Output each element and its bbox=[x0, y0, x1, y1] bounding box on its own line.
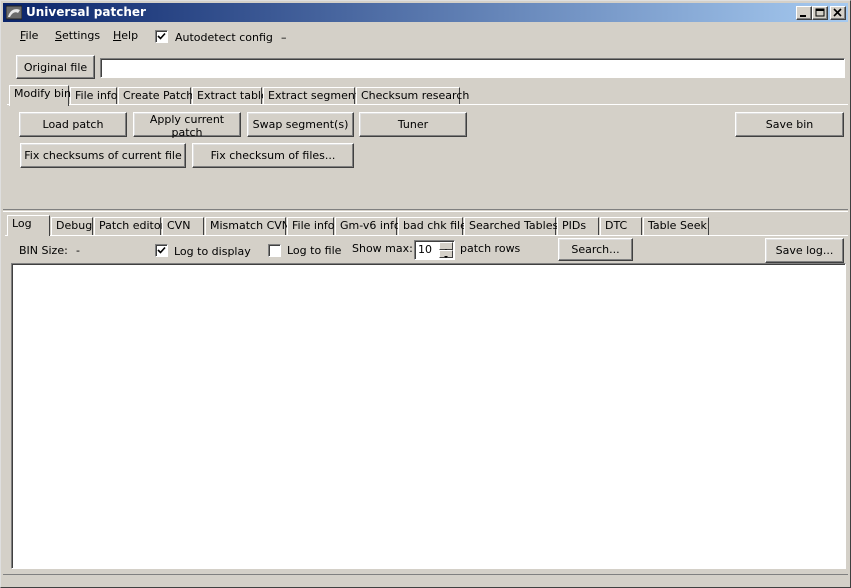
show-max-spinner[interactable]: 10 bbox=[414, 240, 455, 260]
log-output-area[interactable] bbox=[11, 263, 846, 569]
minimize-button[interactable] bbox=[796, 6, 812, 20]
spin-down-button[interactable] bbox=[439, 250, 453, 258]
check-icon bbox=[157, 32, 166, 40]
tab-log[interactable]: Log bbox=[7, 215, 50, 236]
tab-checksum-research[interactable]: Checksum research bbox=[356, 87, 469, 105]
tab-table-seek[interactable]: Table Seek bbox=[643, 217, 709, 235]
main-window: Universal patcher File Settings Help Aut… bbox=[0, 0, 851, 588]
search-button[interactable]: Search... bbox=[558, 238, 633, 261]
show-max-label: Show max: bbox=[352, 242, 413, 255]
original-file-button[interactable]: Original file bbox=[16, 55, 95, 79]
tuner-button[interactable]: Tuner bbox=[359, 112, 467, 137]
tab-extract-segments[interactable]: Extract segments bbox=[263, 87, 365, 105]
maximize-button[interactable] bbox=[812, 6, 828, 20]
spin-up-button[interactable] bbox=[439, 242, 453, 251]
tab-bad-chk-file[interactable]: bad chk file bbox=[398, 217, 467, 235]
fix-checksum-of-files-button[interactable]: Fix checksum of files... bbox=[192, 143, 354, 168]
save-bin-button[interactable]: Save bin bbox=[735, 112, 844, 137]
patch-rows-label: patch rows bbox=[460, 242, 521, 255]
menu-settings[interactable]: Settings bbox=[55, 29, 100, 43]
status-bar bbox=[3, 574, 848, 586]
panel-splitter[interactable] bbox=[3, 209, 848, 212]
tab-file-info[interactable]: File info bbox=[70, 87, 118, 105]
menu-help[interactable]: Help bbox=[113, 29, 138, 43]
load-patch-button[interactable]: Load patch bbox=[19, 112, 127, 137]
tab-mismatch-cvn[interactable]: Mismatch CVN bbox=[205, 217, 290, 235]
bin-size-label: BIN Size: bbox=[19, 244, 68, 257]
tab-create-patch[interactable]: Create Patch bbox=[118, 87, 193, 105]
check-icon bbox=[157, 246, 166, 254]
maximize-icon bbox=[815, 8, 825, 17]
log-to-display-label: Log to display bbox=[174, 245, 251, 258]
save-log-button[interactable]: Save log... bbox=[765, 238, 844, 263]
tab-dtc[interactable]: DTC bbox=[600, 217, 642, 235]
autodetect-config-label: Autodetect config bbox=[175, 31, 273, 44]
tab-modify-bin[interactable]: Modify bin bbox=[9, 85, 71, 106]
apply-current-patch-button[interactable]: Apply current patch bbox=[133, 112, 241, 139]
menu-bar: File Settings Help Autodetect config – bbox=[3, 25, 848, 47]
window-title: Universal patcher bbox=[26, 5, 146, 19]
menu-file[interactable]: File bbox=[20, 29, 38, 43]
tab-patch-editor[interactable]: Patch editor bbox=[94, 217, 165, 235]
tab-extract-table[interactable]: Extract table bbox=[192, 87, 268, 105]
fix-checksums-current-file-button[interactable]: Fix checksums of current file bbox=[20, 143, 186, 168]
tab-searched-tables[interactable]: Searched Tables bbox=[464, 217, 558, 235]
log-to-file-checkbox[interactable] bbox=[268, 244, 281, 257]
arrow-down-icon bbox=[444, 256, 448, 258]
bin-size-value: - bbox=[76, 244, 80, 257]
close-icon bbox=[833, 8, 842, 17]
tab-debug[interactable]: Debug bbox=[51, 217, 93, 235]
menu-extra[interactable]: – bbox=[281, 31, 287, 45]
close-button[interactable] bbox=[830, 6, 846, 20]
minimize-icon bbox=[800, 15, 806, 17]
tab-pids[interactable]: PIDs bbox=[557, 217, 599, 235]
original-file-path-input[interactable] bbox=[100, 58, 845, 78]
title-bar[interactable]: Universal patcher bbox=[3, 3, 848, 22]
log-to-display-checkbox[interactable] bbox=[155, 244, 168, 257]
swap-segments-button[interactable]: Swap segment(s) bbox=[247, 112, 354, 137]
autodetect-config-checkbox[interactable] bbox=[155, 30, 168, 43]
tab-gm-v6-info[interactable]: Gm-v6 info bbox=[335, 217, 401, 235]
app-icon bbox=[5, 5, 23, 20]
log-to-file-label: Log to file bbox=[287, 244, 342, 257]
tab-file-info-log[interactable]: File info bbox=[287, 217, 335, 235]
tab-cvn[interactable]: CVN bbox=[162, 217, 204, 235]
show-max-value[interactable]: 10 bbox=[418, 243, 432, 257]
